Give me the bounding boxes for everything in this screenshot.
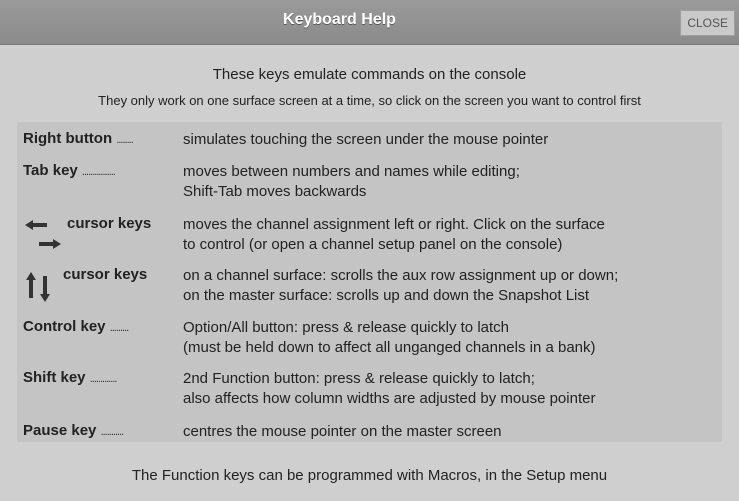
title-bar: Keyboard Help CLOSE [0,0,739,45]
key-label: Shift key ............. [23,369,118,386]
key-description: on a channel surface: scrolls the aux ro… [183,266,618,306]
key-description: 2nd Function button: press & release qui… [183,369,595,409]
key-dots: ........ [116,134,133,146]
description-line-2: on the master surface: scrolls up and do… [183,287,590,304]
key-name: Pause key [23,422,97,439]
key-name: Right button [23,130,113,147]
key-dots: ........... [100,426,125,438]
description-line-2: also affects how column widths are adjus… [183,390,596,407]
key-name: Control key [23,318,106,335]
key-label: Right button ........ [23,130,134,147]
keyboard-help-dialog: Keyboard Help CLOSE These keys emulate c… [0,0,739,501]
description-line-2: (must be held down to affect all ungange… [183,339,596,356]
key-description: moves between numbers and names while ed… [183,162,520,202]
description-line-2: Shift-Tab moves backwards [183,183,367,200]
intro-line-1: These keys emulate commands on the conso… [212,66,527,83]
key-label: Tab key ................ [23,162,116,179]
dialog-title: Keyboard Help [283,11,396,28]
description-line-2: to control (or open a channel setup pane… [183,236,563,253]
key-name: cursor keys [63,266,148,283]
description-line-1: Option/All button: press & release quick… [183,319,510,336]
key-name: Shift key [23,369,86,386]
close-button[interactable]: CLOSE [680,10,735,36]
key-dots: ......... [109,322,129,334]
key-description: simulates touching the screen under the … [183,130,548,150]
description-line-1: centres the mouse pointer on the master … [183,423,502,440]
description-line-1: moves the channel assignment left or rig… [183,216,605,233]
key-description: moves the channel assignment left or rig… [183,215,605,255]
up-down-arrows-icon [26,272,50,302]
description-line-1: moves between numbers and names while ed… [183,163,520,180]
key-name: cursor keys [67,215,152,232]
key-label: Control key ......... [23,318,129,335]
key-dots: ............. [89,373,118,385]
key-name: Tab key [23,162,78,179]
left-right-arrows-icon [25,220,61,249]
key-description: Option/All button: press & release quick… [183,318,596,358]
description-line-1: on a channel surface: scrolls the aux ro… [183,267,619,284]
key-dots: ................ [81,166,116,178]
key-label: Pause key ........... [23,422,125,439]
footer-note: The Function keys can be programmed with… [131,467,608,484]
key-description: centres the mouse pointer on the master … [183,422,502,442]
description-line-1: simulates touching the screen under the … [183,131,549,148]
description-line-1: 2nd Function button: press & release qui… [183,370,535,387]
intro-line-2: They only work on one surface screen at … [98,93,641,108]
